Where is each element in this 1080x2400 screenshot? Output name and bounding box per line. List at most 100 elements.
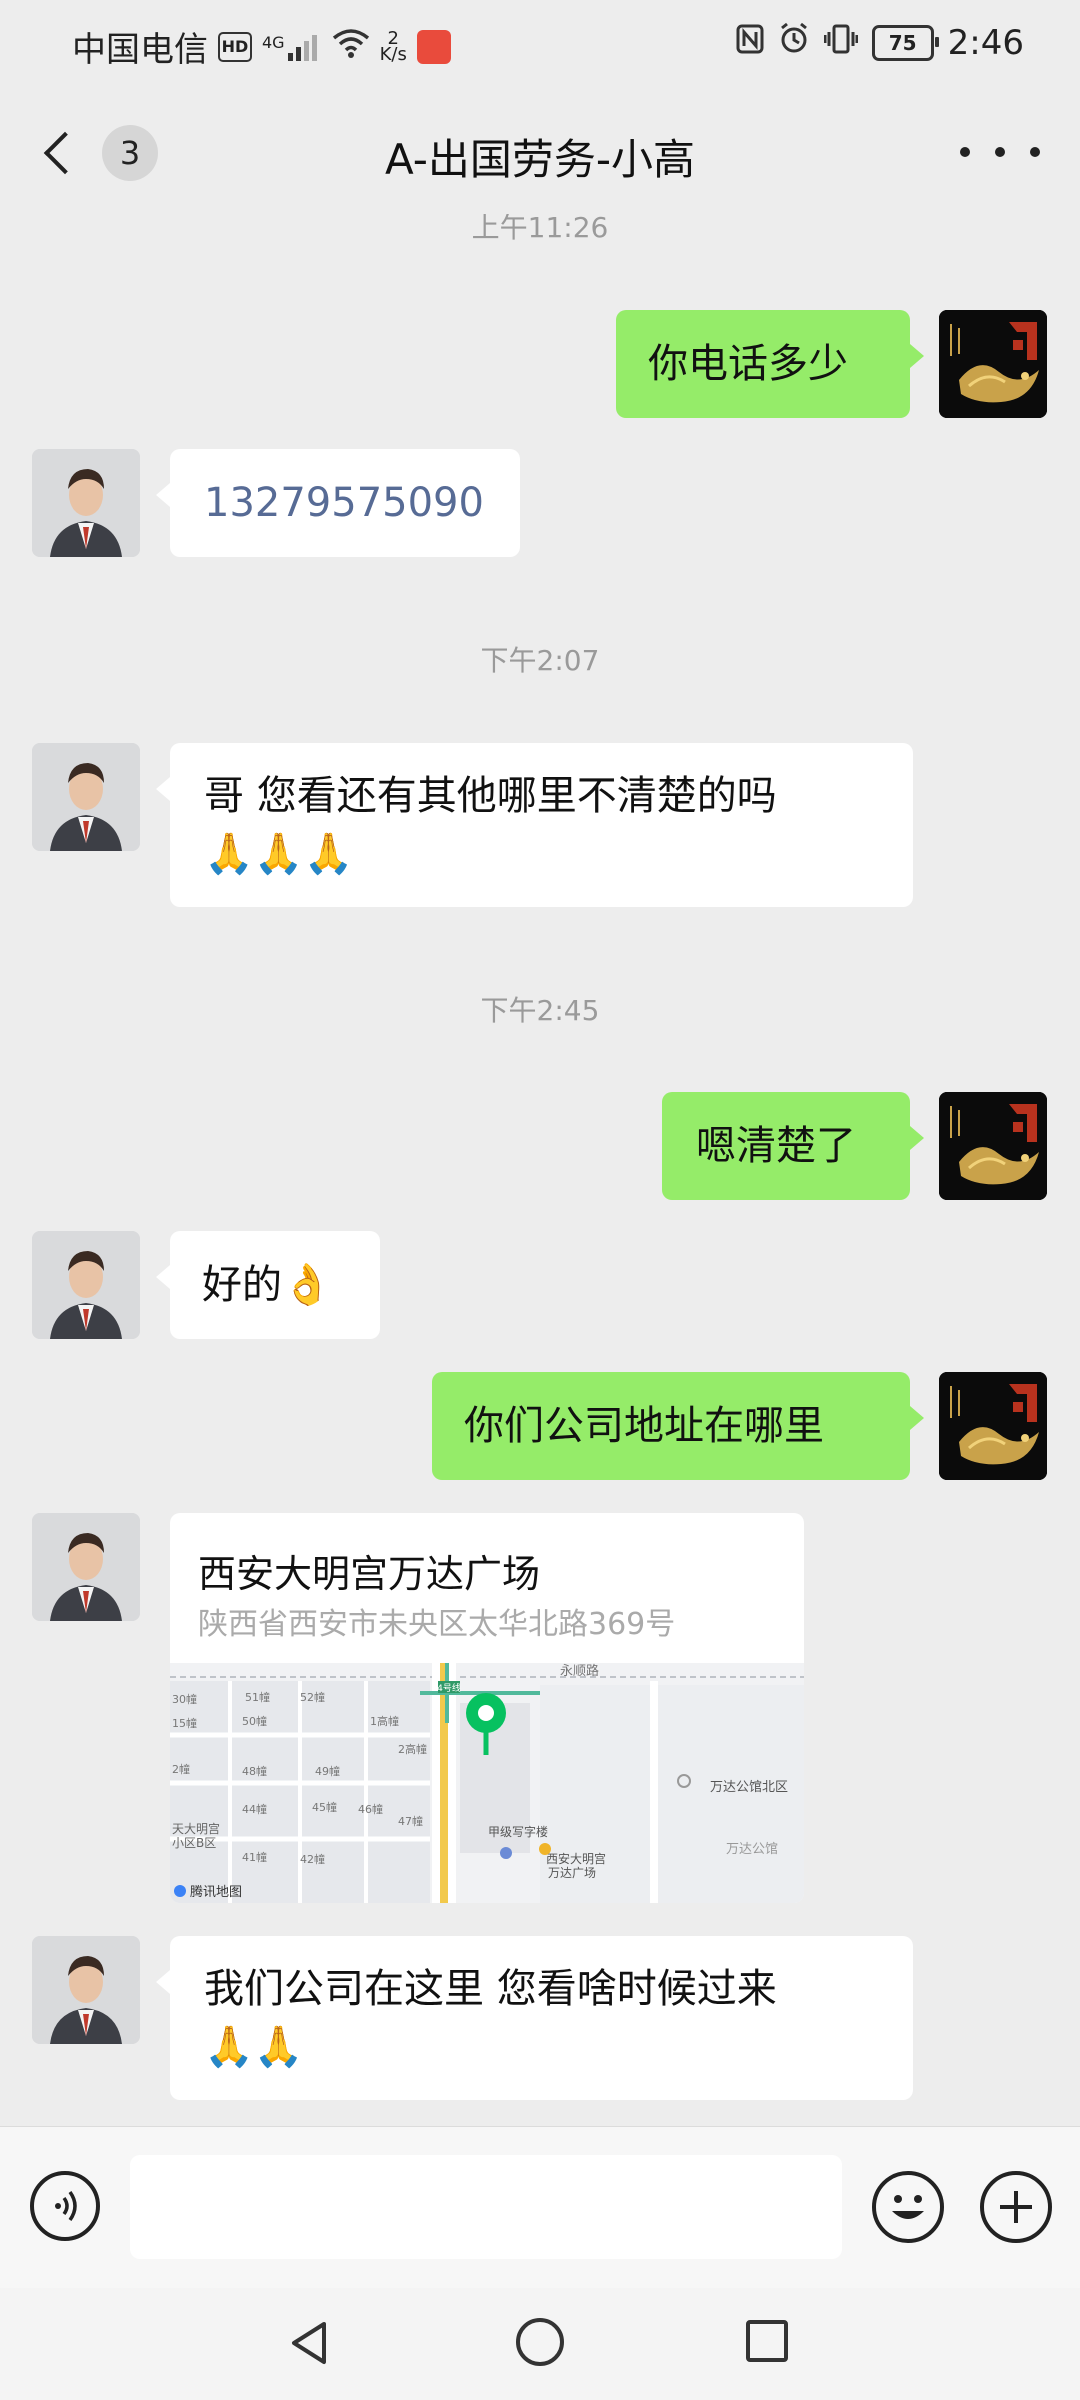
clock: 2:46 (947, 22, 1024, 63)
contact-avatar[interactable] (32, 1231, 140, 1339)
input-bar (0, 2126, 1080, 2289)
contact-avatar[interactable] (32, 449, 140, 557)
message-bubble-self[interactable]: 嗯清楚了 (662, 1092, 924, 1200)
dragon-avatar-icon (939, 1372, 1047, 1480)
building-label: 2高幢 (398, 1742, 427, 1756)
alarm-icon (778, 22, 810, 63)
location-card[interactable]: 西安大明宫万达广场 陕西省西安市未央区太华北路369号 4号线 永顺路 万达公馆… (170, 1513, 804, 1903)
emoji-button[interactable] (872, 2171, 944, 2243)
message-text: 好的👌 (202, 1262, 332, 1308)
svg-text:腾讯地图: 腾讯地图 (190, 1884, 242, 1900)
building-label: 52幢 (300, 1690, 325, 1704)
nav-home-icon[interactable] (516, 2318, 564, 2366)
self-avatar[interactable] (939, 310, 1047, 418)
building-label: 15幢 (172, 1716, 197, 1730)
hd-icon: HD (218, 31, 252, 62)
community-label: 天大明宫 (172, 1821, 220, 1836)
road-label: 永顺路 (560, 1663, 599, 1679)
community-label: 小区B区 (172, 1836, 216, 1850)
network-speed: 2 K/s (379, 29, 407, 65)
message-text: 我们公司在这里 您看啥时候过来 (204, 1966, 777, 2012)
dragon-avatar-icon (939, 310, 1047, 418)
building-label: 48幢 (242, 1764, 267, 1778)
message-emoji: 🙏🙏🙏 (204, 831, 354, 877)
vibrate-icon (823, 23, 859, 63)
dot-icon (1030, 147, 1040, 157)
nfc-icon (736, 23, 764, 63)
building-label: 49幢 (315, 1764, 340, 1778)
battery-level: 75 (888, 30, 917, 55)
message-text: 嗯清楚了 (696, 1123, 856, 1169)
building-label: 甲级写字楼 (488, 1824, 548, 1839)
timestamp: 上午11:26 (471, 214, 609, 244)
person-avatar-icon (32, 743, 140, 851)
self-avatar[interactable] (939, 1092, 1047, 1200)
message-text: 你们公司地址在哪里 (464, 1403, 824, 1449)
metro-label: 4号线 (437, 1682, 461, 1694)
signal-icon: 4G (262, 33, 322, 61)
system-nav-bar (0, 2288, 1080, 2400)
building-label: 42幢 (300, 1852, 325, 1866)
phone-number-link[interactable]: 13279575090 (204, 480, 484, 526)
timestamp: 下午2:45 (480, 994, 600, 1027)
message-list[interactable]: 上午11:26 你电话多少 13279575090 下午2:07 哥 您看还有其… (0, 214, 1080, 2126)
carrier-label: 中国电信 (72, 30, 208, 70)
chat-header: 3 A-出国劳务-小高 (0, 92, 1080, 214)
message-bubble-other[interactable]: 我们公司在这里 您看啥时候过来 🙏🙏 (156, 1936, 913, 2100)
smiley-icon (892, 2195, 924, 2219)
message-bubble-self[interactable]: 你电话多少 (616, 310, 924, 418)
chat-title: A-出国劳务-小高 (384, 135, 696, 184)
contact-avatar[interactable] (32, 743, 140, 851)
person-avatar-icon (32, 449, 140, 557)
nav-back-icon[interactable] (286, 2318, 336, 2368)
more-options-button[interactable] (960, 132, 1040, 172)
timestamp: 下午2:07 (480, 644, 600, 677)
dot-icon (995, 147, 1005, 157)
message-bubble-other[interactable]: 13279575090 (156, 449, 520, 557)
building-label: 41幢 (242, 1850, 267, 1864)
building-label: 46幢 (358, 1802, 383, 1816)
person-avatar-icon (32, 1513, 140, 1621)
contact-avatar[interactable] (32, 1936, 140, 2044)
person-avatar-icon (32, 1231, 140, 1339)
building-label: 45幢 (312, 1800, 337, 1814)
self-avatar[interactable] (939, 1372, 1047, 1480)
area-label: 万达公馆 (726, 1842, 778, 1857)
more-actions-button[interactable] (980, 2171, 1052, 2243)
battery-icon: 75 (871, 24, 939, 61)
message-emoji: 🙏🙏 (204, 2024, 304, 2070)
location-address: 陕西省西安市未央区太华北路369号 (198, 1607, 676, 1642)
voice-input-button[interactable] (30, 2171, 100, 2241)
message-bubble-other[interactable]: 好的👌 (156, 1231, 380, 1339)
building-label: 51幢 (245, 1690, 270, 1704)
message-bubble-other[interactable]: 哥 您看还有其他哪里不清楚的吗 🙏🙏🙏 (156, 743, 913, 907)
building-label: 47幢 (398, 1814, 423, 1828)
area-label: 万达公馆北区 (710, 1780, 788, 1795)
status-bar: 中国电信 HD 4G 2 K/s 75 2:46 (0, 0, 1080, 92)
dragon-avatar-icon (939, 1092, 1047, 1200)
contact-avatar[interactable] (32, 1513, 140, 1621)
voice-icon (55, 2190, 77, 2222)
nav-recents-icon[interactable] (746, 2320, 788, 2362)
wifi-icon (332, 27, 370, 67)
building-label: 1高幢 (370, 1714, 399, 1728)
building-label: 44幢 (242, 1802, 267, 1816)
message-input[interactable] (130, 2155, 842, 2259)
location-title: 西安大明宫万达广场 (198, 1552, 541, 1596)
message-text: 你电话多少 (648, 341, 848, 387)
dot-icon (960, 147, 970, 157)
person-avatar-icon (32, 1936, 140, 2044)
location-map[interactable]: 4号线 永顺路 万达公馆北区 万达公馆 甲级写字楼 西安大明宫 万达广场 天大明… (170, 1663, 804, 1903)
building-label: 30幢 (172, 1692, 197, 1706)
app-notification-icon (416, 29, 451, 64)
message-bubble-self[interactable]: 你们公司地址在哪里 (432, 1372, 924, 1480)
network-type: 4G (262, 32, 285, 52)
building-label: 50幢 (242, 1714, 267, 1728)
status-left: 中国电信 HD 4G 2 K/s (72, 22, 451, 71)
poi-label: 万达广场 (548, 1866, 596, 1880)
poi-label: 西安大明宫 (546, 1851, 606, 1866)
status-right: 75 2:46 (736, 22, 1024, 63)
speed-unit: K/s (379, 43, 407, 65)
building-label: 2幢 (172, 1762, 190, 1776)
message-text: 哥 您看还有其他哪里不清楚的吗 (204, 773, 777, 819)
